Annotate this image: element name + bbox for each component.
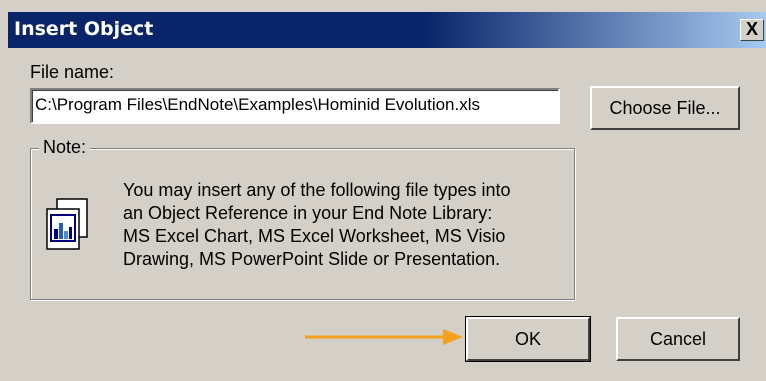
file-name-label: File name: xyxy=(30,62,115,82)
note-line: Drawing, MS PowerPoint Slide or Presenta… xyxy=(123,249,501,269)
note-line: an Object Reference in your End Note Lib… xyxy=(123,203,493,223)
note-line: MS Excel Chart, MS Excel Worksheet, MS V… xyxy=(123,226,506,246)
choose-file-label: Choose File... xyxy=(609,98,721,118)
orange-arrow-annotation xyxy=(305,329,463,345)
window-title: Insert Object xyxy=(14,18,154,40)
note-text: You may insert any of the following file… xyxy=(123,179,568,271)
title-bar[interactable]: Insert Object X xyxy=(8,12,766,48)
chart-document-icon xyxy=(46,198,88,250)
close-button[interactable]: X xyxy=(740,19,764,41)
close-icon: X xyxy=(745,19,758,39)
note-group: Note: You may insert any of the followin… xyxy=(30,137,575,300)
note-legend: Note: xyxy=(39,137,91,158)
insert-object-dialog: Insert Object X File name: C:\Program Fi… xyxy=(0,0,766,381)
ok-label: OK xyxy=(514,329,541,349)
file-name-field[interactable]: C:\Program Files\EndNote\Examples\Homini… xyxy=(30,88,560,124)
ok-button[interactable]: OK xyxy=(465,316,591,362)
choose-file-button[interactable]: Choose File... xyxy=(590,86,740,130)
note-line: You may insert any of the following file… xyxy=(123,180,511,200)
cancel-label: Cancel xyxy=(649,329,707,349)
cancel-button[interactable]: Cancel xyxy=(616,317,740,361)
